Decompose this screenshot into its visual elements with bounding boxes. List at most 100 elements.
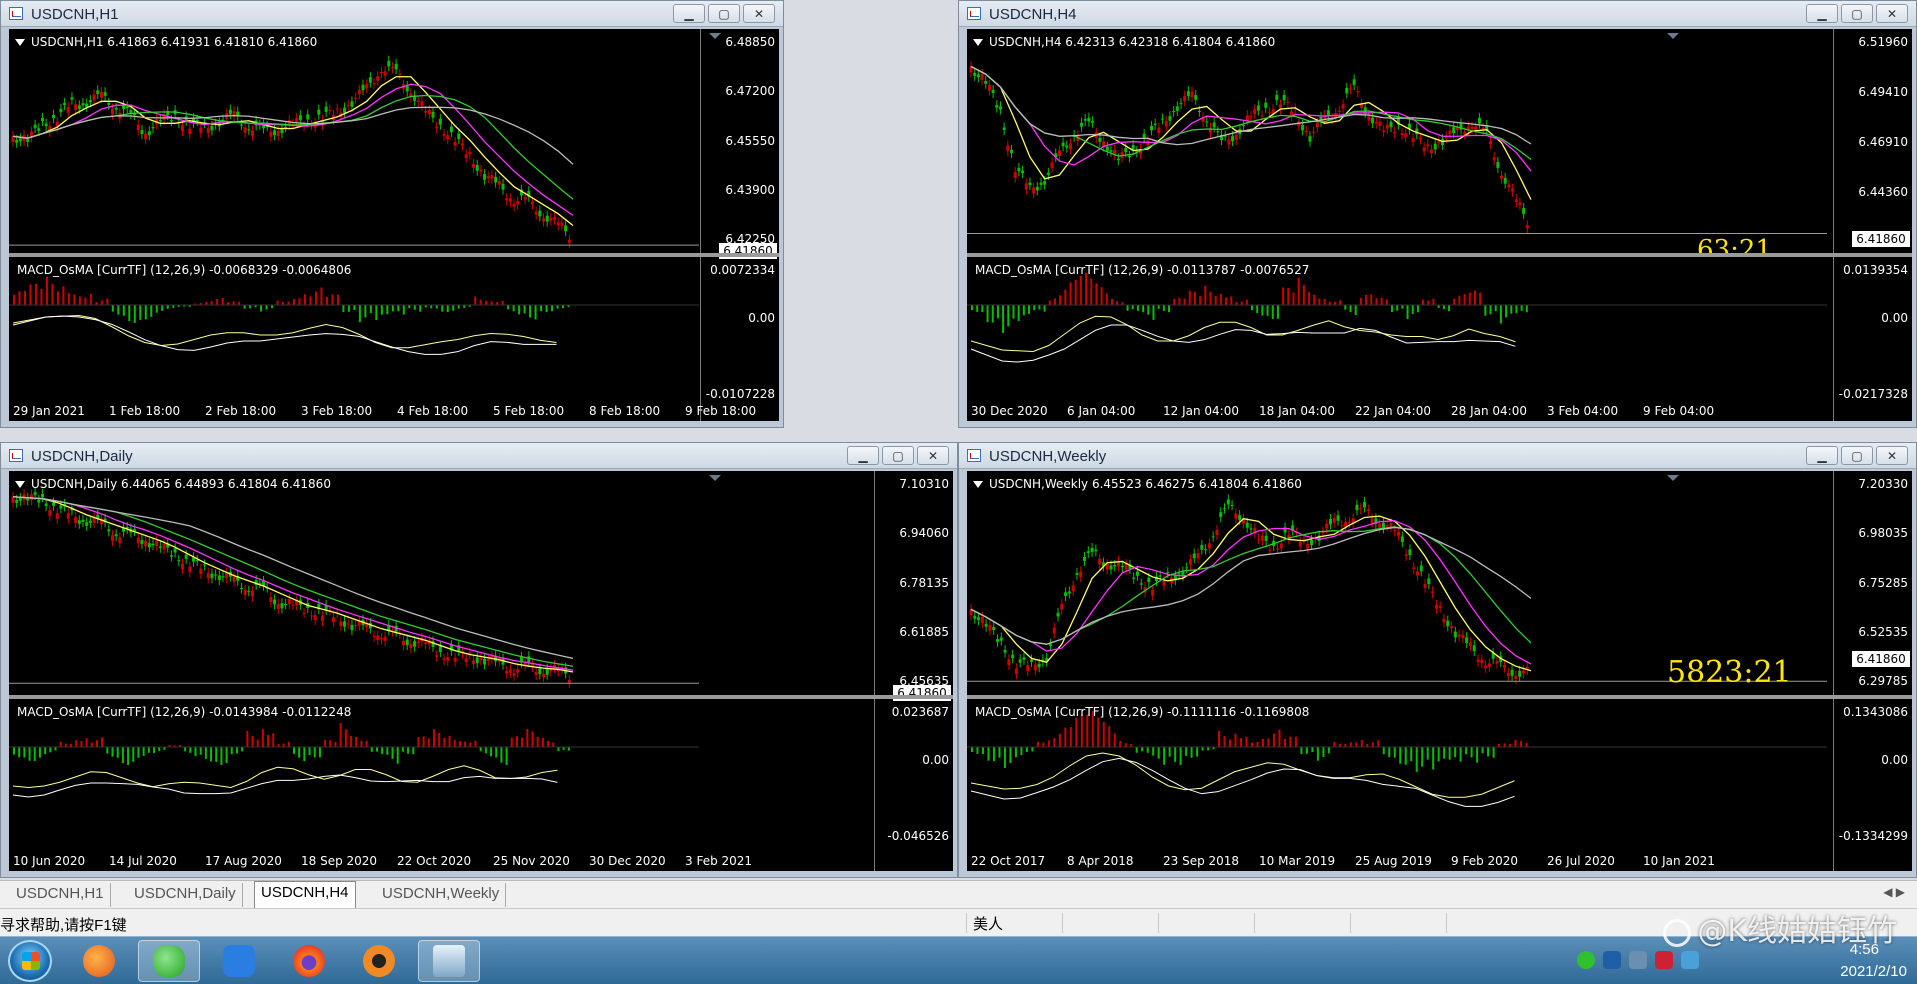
chart-shift-marker-icon[interactable] <box>1667 475 1679 481</box>
clock-date[interactable]: 2021/2/10 <box>1840 963 1907 980</box>
macd-histogram-bar <box>142 747 145 756</box>
macd-chart[interactable] <box>967 257 1827 397</box>
chart-window-weekly[interactable]: USDCNH,Weekly ▁ ▢ ✕ USDCNH,Weekly 6.4552… <box>958 442 1917 878</box>
price-chart[interactable] <box>967 29 1827 251</box>
candle <box>269 131 273 137</box>
candle <box>973 615 977 619</box>
candle <box>530 201 534 205</box>
window-titlebar[interactable]: USDCNH,H4 ▁ ▢ ✕ <box>959 1 1916 27</box>
candle <box>1306 543 1310 549</box>
macd-histogram-bar <box>987 747 990 761</box>
notes-app-button[interactable] <box>208 940 270 982</box>
maximize-button[interactable]: ▢ <box>882 446 914 465</box>
price-chart[interactable] <box>9 29 699 251</box>
candle <box>188 128 192 135</box>
speaker-muted-icon[interactable] <box>1655 951 1673 969</box>
chart-window-daily[interactable]: USDCNH,Daily ▁ ▢ ✕ USDCNH,Daily 6.44065 … <box>0 442 958 878</box>
chart-shift-marker-icon[interactable] <box>709 475 721 481</box>
candle <box>475 164 479 171</box>
close-button[interactable]: ✕ <box>1876 4 1908 23</box>
signal-icon[interactable] <box>1681 951 1699 969</box>
status-cell <box>1158 913 1254 933</box>
close-button[interactable]: ✕ <box>743 4 775 23</box>
chart-window-h4[interactable]: USDCNH,H4 ▁ ▢ ✕ USDCNH,H4 6.42313 6.4231… <box>958 0 1917 428</box>
macd-histogram-bar <box>998 747 1001 758</box>
macd-tick: -0.046526 <box>887 829 949 843</box>
window-titlebar[interactable]: USDCNH,H1 ▁ ▢ ✕ <box>1 1 783 27</box>
network-icon[interactable] <box>1629 951 1647 969</box>
candle <box>1465 637 1469 643</box>
window-titlebar[interactable]: USDCNH,Weekly ▁ ▢ ✕ <box>959 443 1916 469</box>
maximize-button[interactable]: ▢ <box>1841 4 1873 23</box>
browser-app-button[interactable] <box>68 940 130 982</box>
window-titlebar[interactable]: USDCNH,Daily ▁ ▢ ✕ <box>1 443 957 469</box>
macd-histogram-bar <box>1059 295 1062 305</box>
bid-price-label: 6.41860 <box>1852 231 1910 247</box>
candle <box>1356 91 1360 93</box>
macd-histogram-bar <box>1097 717 1100 747</box>
chart-menu-dropdown-icon[interactable] <box>973 39 983 46</box>
tab-usdcnh-weekly[interactable]: USDCNH,Weekly <box>376 883 507 907</box>
candle <box>534 211 538 215</box>
macd-histogram-bar <box>1201 747 1204 751</box>
macd-histogram-bar <box>221 297 224 305</box>
macd-histogram-bar <box>344 729 347 747</box>
tab-usdcnh-daily[interactable]: USDCNH,Daily <box>128 883 243 907</box>
chart-menu-dropdown-icon[interactable] <box>15 39 25 46</box>
macd-histogram-bar <box>1028 305 1031 314</box>
minimize-button[interactable]: ▁ <box>1806 4 1838 23</box>
macd-chart[interactable] <box>9 257 699 397</box>
candle <box>988 624 992 631</box>
time-tick: 9 Feb 2020 <box>1451 854 1519 868</box>
candle <box>1035 186 1039 191</box>
candle <box>1037 663 1041 668</box>
tab-usdcnh-h4[interactable]: USDCNH,H4 <box>254 881 356 908</box>
macd-histogram-bar <box>1355 742 1358 747</box>
macd-histogram-bar <box>1276 305 1279 319</box>
shield-icon[interactable] <box>1603 951 1621 969</box>
candle <box>147 131 151 136</box>
firefox-app-button[interactable] <box>278 940 340 982</box>
chart-area[interactable]: USDCNH,Daily 6.44065 6.44893 6.41804 6.4… <box>9 471 953 871</box>
macd-chart[interactable] <box>9 699 699 839</box>
macd-histogram-bar <box>256 739 259 747</box>
chart-shift-marker-icon[interactable] <box>709 33 721 39</box>
candle <box>55 513 59 520</box>
chart-area[interactable]: USDCNH,H4 6.42313 6.42318 6.41804 6.4186… <box>967 29 1912 421</box>
chart-window-h1[interactable]: USDCNH,H1 ▁ ▢ ✕ USDCNH,H1 6.41863 6.4193… <box>0 0 784 428</box>
macd-histogram-bar <box>369 305 372 314</box>
wechat-app-button[interactable] <box>138 940 200 982</box>
close-button[interactable]: ✕ <box>917 446 949 465</box>
close-button[interactable]: ✕ <box>1876 446 1908 465</box>
minimize-button[interactable]: ▁ <box>1806 446 1838 465</box>
candle <box>1223 508 1227 510</box>
chart-area[interactable]: USDCNH,Weekly 6.45523 6.46275 6.41804 6.… <box>967 471 1912 871</box>
minimize-button[interactable]: ▁ <box>673 4 705 23</box>
price-chart[interactable] <box>9 471 699 693</box>
candle <box>276 603 280 610</box>
candle <box>1328 519 1332 525</box>
tab-usdcnh-h1[interactable]: USDCNH,H1 <box>10 883 111 907</box>
candle <box>1468 642 1472 646</box>
minimize-button[interactable]: ▁ <box>847 446 879 465</box>
chart-shift-marker-icon[interactable] <box>1667 33 1679 39</box>
macd-histogram-bar <box>350 735 353 747</box>
maximize-button[interactable]: ▢ <box>708 4 740 23</box>
macd-histogram-bar <box>85 738 88 747</box>
candle <box>1438 605 1442 608</box>
chart-area[interactable]: USDCNH,H1 6.41863 6.41931 6.41810 6.4186… <box>9 29 779 421</box>
maximize-button[interactable]: ▢ <box>1841 446 1873 465</box>
wechat-tray-icon[interactable] <box>1577 951 1595 969</box>
tab-scroll-arrows-icon[interactable]: ◀ ▶ <box>1883 885 1905 899</box>
moving-average-line <box>970 65 1532 146</box>
status-profile[interactable]: 美人 <box>966 913 1062 933</box>
macd-histogram-bar <box>28 747 31 761</box>
chart-menu-dropdown-icon[interactable] <box>973 481 983 488</box>
candle <box>203 564 207 566</box>
macd-chart[interactable] <box>967 699 1827 839</box>
trading-app-button[interactable] <box>418 940 480 982</box>
candle <box>1363 501 1367 508</box>
start-button[interactable] <box>8 940 52 982</box>
game-app-button[interactable] <box>348 940 410 982</box>
chart-menu-dropdown-icon[interactable] <box>15 481 25 488</box>
